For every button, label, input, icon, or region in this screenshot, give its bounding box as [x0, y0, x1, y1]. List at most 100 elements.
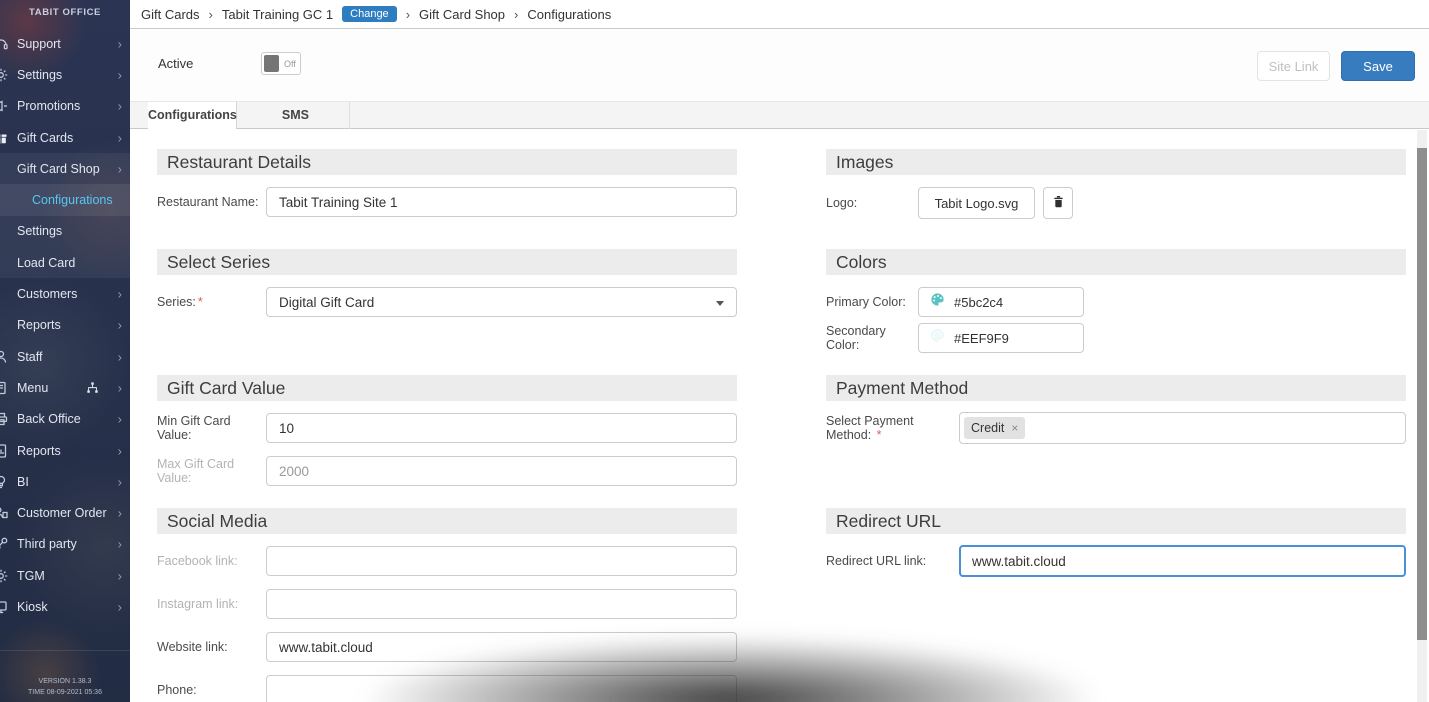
website-link-input[interactable]: [266, 632, 737, 662]
chevron-right-icon: ›: [118, 319, 122, 332]
chevron-right-icon: ›: [118, 381, 122, 394]
sidebar-item-label: TGM: [17, 569, 45, 583]
time-label: TIME 08-09-2021 05:36: [0, 687, 130, 698]
sidebar-item-menu[interactable]: Menu ›: [0, 372, 130, 403]
restaurant-name-input[interactable]: [266, 187, 737, 217]
version-info: VERSION 1.38.3 TIME 08-09-2021 05:36: [0, 676, 130, 698]
section-redirect-url: Redirect URL: [826, 508, 1406, 534]
palette-icon: [930, 292, 945, 312]
sidebar-item-tgm[interactable]: TGM ›: [0, 560, 130, 591]
sidebar-item-kiosk[interactable]: Kiosk ›: [0, 591, 130, 622]
sidebar-item-label: Customer Order: [17, 506, 107, 520]
chevron-right-icon: ›: [118, 507, 122, 520]
payment-method-tag-input[interactable]: Credit ×: [959, 412, 1406, 444]
primary-color-input[interactable]: #5bc2c4: [918, 287, 1084, 317]
sidebar-item-gift-cards[interactable]: Gift Cards ›: [0, 122, 130, 153]
sidebar-item-customer-order[interactable]: Customer Order ›: [0, 497, 130, 528]
min-gift-card-value-input[interactable]: [266, 413, 737, 443]
sidebar-item-gift-card-shop[interactable]: Gift Card Shop ›: [0, 153, 130, 184]
chevron-right-icon: ›: [118, 37, 122, 50]
chevron-right-icon: ›: [209, 7, 213, 22]
breadcrumb-gift-card-shop[interactable]: Gift Card Shop: [419, 7, 505, 22]
sidebar-item-bi[interactable]: BI ›: [0, 466, 130, 497]
vertical-scrollbar: [1417, 130, 1427, 702]
sidebar-item-configurations[interactable]: Configurations: [0, 184, 130, 215]
chevron-right-icon: ›: [118, 600, 122, 613]
sidebar-item-label: Settings: [17, 224, 62, 238]
site-link-button[interactable]: Site Link: [1257, 51, 1330, 81]
redirect-url-row: Redirect URL link:: [826, 545, 1406, 577]
primary-color-value: #5bc2c4: [954, 295, 1003, 310]
secondary-color-input[interactable]: #EEF9F9: [918, 323, 1084, 353]
tab-sms[interactable]: SMS: [241, 102, 350, 129]
sidebar-item-label: Promotions: [17, 99, 80, 113]
sidebar-item-customers[interactable]: Customers ›: [0, 278, 130, 309]
sidebar-item-settings[interactable]: Settings ›: [0, 59, 130, 90]
chevron-right-icon: ›: [118, 288, 122, 301]
chevron-down-icon: [716, 301, 724, 306]
save-button[interactable]: Save: [1341, 51, 1415, 81]
sidebar-item-label: Reports: [17, 444, 61, 458]
series-select[interactable]: Digital Gift Card: [266, 287, 737, 317]
chevron-right-icon: ›: [118, 444, 122, 457]
max-gift-card-value-label: Max Gift Card Value:: [157, 457, 266, 485]
active-label: Active: [158, 56, 193, 71]
section-payment-method: Payment Method: [826, 375, 1406, 401]
primary-color-label: Primary Color:: [826, 295, 918, 309]
payment-method-row: Select Payment Method: * Credit ×: [826, 412, 1406, 444]
kiosk-icon: [0, 599, 9, 615]
website-link-label: Website link:: [157, 640, 266, 654]
change-site-button[interactable]: Change: [342, 6, 397, 22]
payment-chip-credit: Credit ×: [964, 417, 1025, 439]
primary-color-row: Primary Color: #5bc2c4: [826, 287, 1406, 317]
restaurant-name-row: Restaurant Name:: [157, 187, 737, 217]
sidebar-item-promotions[interactable]: Promotions ›: [0, 91, 130, 122]
sidebar-item-shop-settings[interactable]: Settings: [0, 216, 130, 247]
sidebar-item-label: Menu: [17, 381, 48, 395]
phone-input[interactable]: [266, 675, 737, 702]
sidebar-item-label: Staff: [17, 350, 42, 364]
breadcrumb-gift-cards[interactable]: Gift Cards: [141, 7, 200, 22]
menu-icon: [0, 380, 9, 396]
chevron-right-icon: ›: [118, 413, 122, 426]
scrollbar-thumb[interactable]: [1417, 148, 1427, 640]
secondary-color-label: Secondary Color:: [826, 324, 918, 352]
logo-file-button[interactable]: Tabit Logo.svg: [918, 187, 1035, 219]
gift-cards-icon: [0, 130, 9, 146]
remove-chip-icon[interactable]: ×: [1011, 422, 1018, 434]
sidebar-item-label: Load Card: [17, 256, 75, 270]
active-toggle[interactable]: Off: [261, 52, 301, 75]
series-label: Series:*: [157, 295, 266, 309]
sidebar-item-label: Gift Card Shop: [17, 162, 100, 176]
bi-icon: [0, 474, 9, 490]
sidebar-item-staff[interactable]: Staff ›: [0, 341, 130, 372]
max-gift-card-value-input[interactable]: [266, 456, 737, 486]
phone-label: Phone:: [157, 683, 266, 697]
hierarchy-icon: [85, 380, 100, 395]
secondary-color-row: Secondary Color: #EEF9F9: [826, 323, 1406, 353]
secondary-color-value: #EEF9F9: [954, 331, 1009, 346]
logo-row: Logo: Tabit Logo.svg: [826, 187, 1406, 219]
section-images: Images: [826, 149, 1406, 175]
select-payment-method-label: Select Payment Method: *: [826, 414, 959, 442]
sidebar-divider: [0, 650, 130, 651]
sidebar-item-load-card[interactable]: Load Card: [0, 247, 130, 278]
tab-configurations[interactable]: Configurations: [148, 102, 237, 129]
sidebar-item-reports-gc[interactable]: Reports ›: [0, 310, 130, 341]
sidebar-item-reports[interactable]: Reports ›: [0, 435, 130, 466]
sidebar-item-third-party[interactable]: Third party ›: [0, 529, 130, 560]
breadcrumb-site[interactable]: Tabit Training GC 1: [222, 7, 333, 22]
sidebar-item-label: Gift Cards: [17, 131, 73, 145]
sidebar-item-support[interactable]: Support ›: [0, 28, 130, 59]
sidebar-item-label: BI: [17, 475, 29, 489]
sidebar-item-back-office[interactable]: Back Office ›: [0, 404, 130, 435]
redirect-url-input[interactable]: [959, 545, 1406, 577]
chevron-right-icon: ›: [118, 538, 122, 551]
version-label: VERSION 1.38.3: [0, 676, 130, 687]
sidebar-item-label: Configurations: [32, 193, 113, 207]
delete-logo-button[interactable]: [1043, 187, 1073, 219]
instagram-link-input[interactable]: [266, 589, 737, 619]
required-mark: *: [198, 295, 203, 309]
sidebar-item-label: Customers: [17, 287, 77, 301]
facebook-link-input[interactable]: [266, 546, 737, 576]
